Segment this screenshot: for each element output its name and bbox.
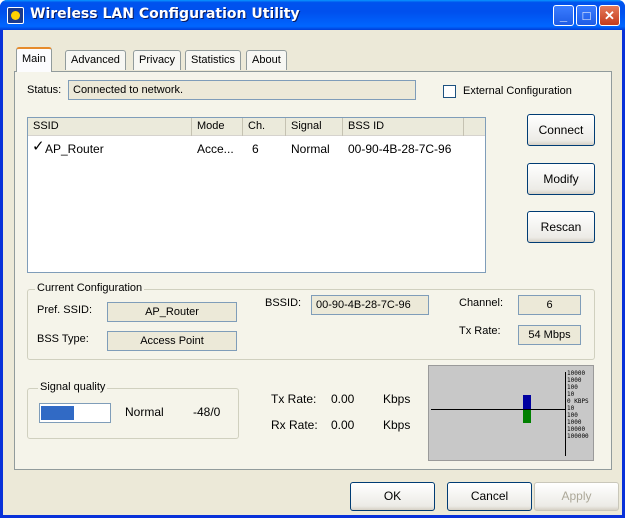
close-button[interactable]: ✕ — [599, 5, 620, 26]
bss-type-label: BSS Type: — [37, 333, 89, 345]
pref-ssid-field: AP_Router — [107, 302, 237, 322]
scale-label: 10 — [567, 391, 575, 398]
graph-scale: 10000 1000 100 10 0 KBPS 10 100 1000 100… — [567, 370, 589, 440]
connect-button[interactable]: Connect — [527, 114, 595, 146]
graph-baseline — [431, 409, 565, 410]
tx-rate-unit: Kbps — [383, 392, 411, 406]
channel-label: Channel: — [459, 297, 504, 309]
signal-quality-title: Signal quality — [38, 381, 108, 393]
tab-privacy[interactable]: Privacy — [133, 50, 182, 70]
modify-button[interactable]: Modify — [527, 163, 595, 195]
throughput-graph: 10000 1000 100 10 0 KBPS 10 100 1000 100… — [428, 365, 594, 461]
rx-rate-label: Rx Rate: — [271, 418, 318, 432]
column-signal[interactable]: Signal — [286, 118, 343, 136]
maximize-button[interactable]: □ — [576, 5, 597, 26]
connected-check-icon: ✓ — [32, 138, 45, 155]
status-label: Status: — [27, 84, 62, 96]
bssid-field: 00-90-4B-28-7C-96 — [311, 295, 429, 315]
bssid-label: BSSID: — [265, 297, 302, 309]
row-mode: Acce... — [197, 142, 234, 156]
apply-button[interactable]: Apply — [534, 482, 619, 511]
tx-rate-label: Tx Rate: — [271, 392, 317, 406]
network-list[interactable]: SSID Mode Ch. Signal BSS ID ✓ AP_Router … — [27, 117, 486, 273]
scale-label: 100000 — [567, 433, 589, 440]
cancel-button[interactable]: Cancel — [447, 482, 532, 511]
status-field: Connected to network. — [68, 80, 416, 100]
bss-type-field: Access Point — [107, 331, 237, 351]
scale-label: 10000 — [567, 426, 586, 433]
column-ssid[interactable]: SSID — [28, 118, 192, 136]
scale-label: 100 — [567, 384, 578, 391]
scale-label: 1000 — [567, 377, 582, 384]
rx-throughput-bar — [523, 410, 531, 423]
scale-label: 10 — [567, 405, 575, 412]
external-configuration-checkbox[interactable] — [443, 85, 456, 98]
signal-quality-text: Normal — [125, 405, 164, 419]
signal-quality-value: -48/0 — [193, 405, 221, 419]
row-signal: Normal — [291, 142, 330, 156]
current-configuration-title: Current Configuration — [35, 282, 145, 294]
signal-quality-meter — [39, 403, 111, 423]
minimize-button[interactable]: _ — [553, 5, 574, 26]
signal-quality-fill — [41, 406, 74, 420]
scale-label: 0 KBPS — [567, 398, 589, 405]
tx-rate-config-label: Tx Rate: — [459, 325, 501, 337]
rx-rate-unit: Kbps — [383, 418, 411, 432]
tx-rate-config-field: 54 Mbps — [518, 325, 581, 345]
row-ssid: AP_Router — [45, 142, 104, 156]
row-bssid: 00-90-4B-28-7C-96 — [348, 142, 452, 156]
channel-field: 6 — [518, 295, 581, 315]
column-channel[interactable]: Ch. — [243, 118, 286, 136]
column-mode[interactable]: Mode — [192, 118, 243, 136]
window-title: Wireless LAN Configuration Utility — [30, 6, 300, 22]
row-channel: 6 — [252, 142, 259, 156]
scale-label: 100 — [567, 412, 578, 419]
pref-ssid-label: Pref. SSID: — [37, 304, 93, 316]
network-list-header: SSID Mode Ch. Signal BSS ID — [28, 118, 485, 136]
ok-button[interactable]: OK — [350, 482, 435, 511]
tab-main[interactable]: Main — [16, 47, 52, 72]
rx-rate-value: 0.00 — [331, 418, 355, 432]
title-bar[interactable]: Wireless LAN Configuration Utility _ □ ✕ — [0, 0, 625, 30]
external-configuration-label: External Configuration — [463, 85, 572, 97]
column-bssid[interactable]: BSS ID — [343, 118, 464, 136]
tab-about[interactable]: About — [246, 50, 287, 70]
graph-scale-line — [565, 372, 566, 456]
wireless-app-icon — [7, 7, 24, 24]
tx-throughput-bar — [523, 395, 531, 409]
rescan-button[interactable]: Rescan — [527, 211, 595, 243]
tab-advanced[interactable]: Advanced — [65, 50, 126, 70]
tab-statistics[interactable]: Statistics — [185, 50, 242, 70]
scale-label: 10000 — [567, 370, 586, 377]
tx-rate-value: 0.00 — [331, 392, 355, 406]
scale-label: 1000 — [567, 419, 582, 426]
